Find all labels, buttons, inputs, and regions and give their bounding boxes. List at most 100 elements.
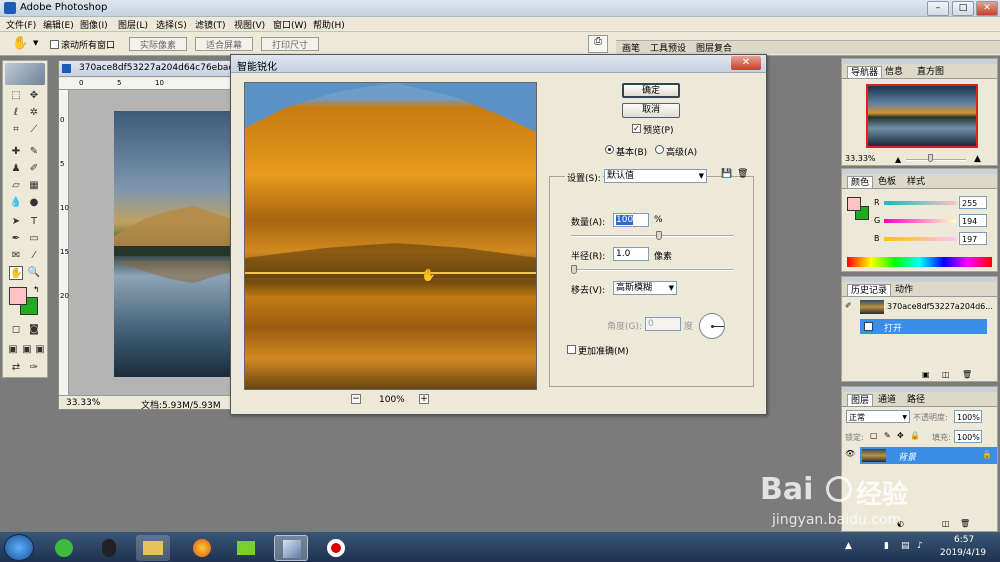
snapshot-name[interactable]: 370ace8df53227a204d6... bbox=[887, 302, 993, 311]
type-tool-icon[interactable]: T bbox=[27, 215, 41, 229]
tab-info[interactable]: 信息 bbox=[882, 66, 906, 78]
path-select-icon[interactable]: ➤ bbox=[9, 215, 23, 229]
dodge-tool-icon[interactable]: ● bbox=[27, 196, 41, 210]
lock-position-icon[interactable]: ✥ bbox=[897, 431, 904, 440]
tray-arrow-icon[interactable]: ▲ bbox=[845, 541, 852, 551]
menu-filter[interactable]: 滤镜(T) bbox=[195, 18, 226, 31]
clock-date[interactable]: 2019/4/19 bbox=[940, 548, 986, 558]
fill-input[interactable]: 100% bbox=[954, 430, 982, 443]
document-zoom[interactable]: 33.33% bbox=[66, 398, 100, 408]
tray-volume-icon[interactable]: ♪ bbox=[917, 541, 923, 551]
eraser-tool-icon[interactable]: ▱ bbox=[9, 179, 23, 193]
tray-battery-icon[interactable]: ▮ bbox=[884, 541, 889, 551]
notes-tool-icon[interactable]: ✉ bbox=[9, 249, 23, 263]
g-slider[interactable] bbox=[884, 219, 956, 223]
zoom-in-small-icon[interactable]: ▲ bbox=[974, 154, 981, 164]
taskbar-explorer-icon[interactable] bbox=[136, 535, 170, 561]
radio-basic[interactable] bbox=[605, 145, 614, 154]
blur-tool-icon[interactable]: 💧 bbox=[9, 196, 23, 210]
tab-brushes[interactable]: 画笔 bbox=[622, 41, 640, 54]
zoom-out-small-icon[interactable]: ▲ bbox=[895, 155, 901, 164]
angle-dial[interactable] bbox=[699, 313, 725, 339]
palette-well-icon[interactable]: ⎙ bbox=[588, 35, 608, 53]
history-brush-icon[interactable]: ✐ bbox=[27, 162, 41, 176]
tab-paths[interactable]: 路径 bbox=[904, 394, 928, 406]
amount-input[interactable]: 100 bbox=[613, 213, 649, 227]
lock-image-icon[interactable]: ✎ bbox=[884, 431, 891, 440]
navigator-zoom-slider[interactable] bbox=[906, 159, 966, 161]
tab-channels[interactable]: 通道 bbox=[875, 394, 899, 406]
hand-tool-icon[interactable]: ✋ bbox=[9, 266, 23, 280]
chevron-down-icon[interactable]: ▼ bbox=[33, 39, 38, 47]
healing-brush-icon[interactable]: ✚ bbox=[9, 145, 23, 159]
tab-history[interactable]: 历史记录 bbox=[847, 284, 892, 296]
layer-row-background[interactable]: 背景 🔒 bbox=[860, 447, 997, 464]
screen-mode-3-icon[interactable]: ▣ bbox=[33, 343, 47, 357]
taskbar-360-icon[interactable] bbox=[47, 535, 81, 561]
delete-state-icon[interactable]: 🗑 bbox=[962, 370, 972, 379]
tab-tool-presets[interactable]: 工具预设 bbox=[650, 41, 686, 54]
lock-all-icon[interactable]: 🔒 bbox=[910, 431, 920, 440]
b-input[interactable]: 197 bbox=[959, 232, 987, 245]
scroll-all-checkbox[interactable] bbox=[50, 40, 59, 49]
more-accurate-checkbox[interactable] bbox=[567, 345, 576, 354]
dialog-preview-image[interactable]: ✋ bbox=[244, 82, 537, 390]
screen-mode-2-icon[interactable]: ▣ bbox=[20, 343, 34, 357]
close-icon[interactable]: ✕ bbox=[976, 1, 998, 16]
history-step-open[interactable]: 打开 bbox=[860, 319, 987, 334]
navigator-zoom[interactable]: 33.33% bbox=[845, 154, 876, 163]
tab-swatches[interactable]: 色板 bbox=[875, 176, 899, 188]
angle-input[interactable]: 0 bbox=[645, 317, 681, 331]
tab-color[interactable]: 颜色 bbox=[847, 176, 874, 188]
tab-histogram[interactable]: 直方图 bbox=[914, 66, 947, 78]
tab-actions[interactable]: 动作 bbox=[892, 284, 916, 296]
color-spectrum-bar[interactable] bbox=[847, 257, 992, 267]
shape-tool-icon[interactable]: ▭ bbox=[27, 232, 41, 246]
print-size-button[interactable]: 打印尺寸 bbox=[261, 37, 319, 51]
fit-screen-button[interactable]: 适合屏幕 bbox=[195, 37, 253, 51]
eyedropper-tool-icon[interactable]: ⁄ bbox=[27, 249, 41, 263]
canvas-area[interactable] bbox=[69, 90, 244, 395]
clock-time[interactable]: 6:57 bbox=[954, 535, 974, 545]
brush-tool-icon[interactable]: ✎ bbox=[27, 145, 41, 159]
swap-colors-icon[interactable]: ↰ bbox=[33, 285, 40, 294]
opacity-input[interactable]: 100% bbox=[954, 410, 982, 423]
r-input[interactable]: 255 bbox=[959, 196, 987, 209]
zoom-in-icon[interactable]: + bbox=[419, 394, 429, 404]
blend-mode-select[interactable]: 正常 ▼ bbox=[846, 410, 910, 423]
navigator-slider-thumb[interactable] bbox=[928, 154, 933, 162]
jump-to-imageready-icon[interactable]: ⇄ bbox=[9, 361, 23, 375]
move-tool-icon[interactable]: ✥ bbox=[27, 89, 41, 103]
dialog-close-icon[interactable]: ✕ bbox=[731, 56, 761, 70]
lasso-tool-icon[interactable]: ℓ bbox=[9, 106, 23, 120]
taskbar-photoshop-icon[interactable] bbox=[274, 535, 308, 561]
tray-network-icon[interactable]: ▤ bbox=[901, 541, 910, 551]
menu-help[interactable]: 帮助(H) bbox=[313, 18, 345, 31]
navigator-thumbnail[interactable] bbox=[866, 84, 978, 148]
b-slider[interactable] bbox=[884, 237, 956, 241]
actual-pixels-button[interactable]: 实际像素 bbox=[129, 37, 187, 51]
radius-slider-thumb[interactable] bbox=[571, 265, 577, 274]
clone-stamp-icon[interactable]: ♟ bbox=[9, 162, 23, 176]
amount-slider-thumb[interactable] bbox=[656, 231, 662, 240]
new-snapshot-icon[interactable]: ◫ bbox=[942, 370, 950, 379]
start-button-icon[interactable] bbox=[4, 534, 34, 561]
crop-tool-icon[interactable]: ⌗ bbox=[9, 123, 23, 137]
taskbar-firefox-icon[interactable] bbox=[185, 535, 219, 561]
layer-visibility-eye-icon[interactable]: 👁 bbox=[845, 449, 855, 458]
radio-advanced[interactable] bbox=[655, 145, 664, 154]
slice-tool-icon[interactable]: ⟋ bbox=[27, 123, 41, 137]
g-input[interactable]: 194 bbox=[959, 214, 987, 227]
menu-layer[interactable]: 图层(L) bbox=[118, 18, 148, 31]
zoom-tool-icon[interactable]: 🔍 bbox=[27, 266, 41, 280]
ok-button[interactable]: 确定 bbox=[622, 83, 680, 98]
radius-input[interactable]: 1.0 bbox=[613, 247, 649, 261]
marquee-tool-icon[interactable]: ⬚ bbox=[9, 89, 23, 103]
taskbar-video-icon[interactable] bbox=[229, 535, 263, 561]
magic-wand-tool-icon[interactable]: ✲ bbox=[27, 106, 41, 120]
standard-mode-icon[interactable]: ◻ bbox=[9, 323, 23, 337]
tab-layer-comps[interactable]: 图层复合 bbox=[696, 41, 732, 54]
pen-tool-icon[interactable]: ✒ bbox=[9, 232, 23, 246]
taskbar-recorder-icon[interactable] bbox=[319, 535, 353, 561]
menu-file[interactable]: 文件(F) bbox=[6, 18, 36, 31]
